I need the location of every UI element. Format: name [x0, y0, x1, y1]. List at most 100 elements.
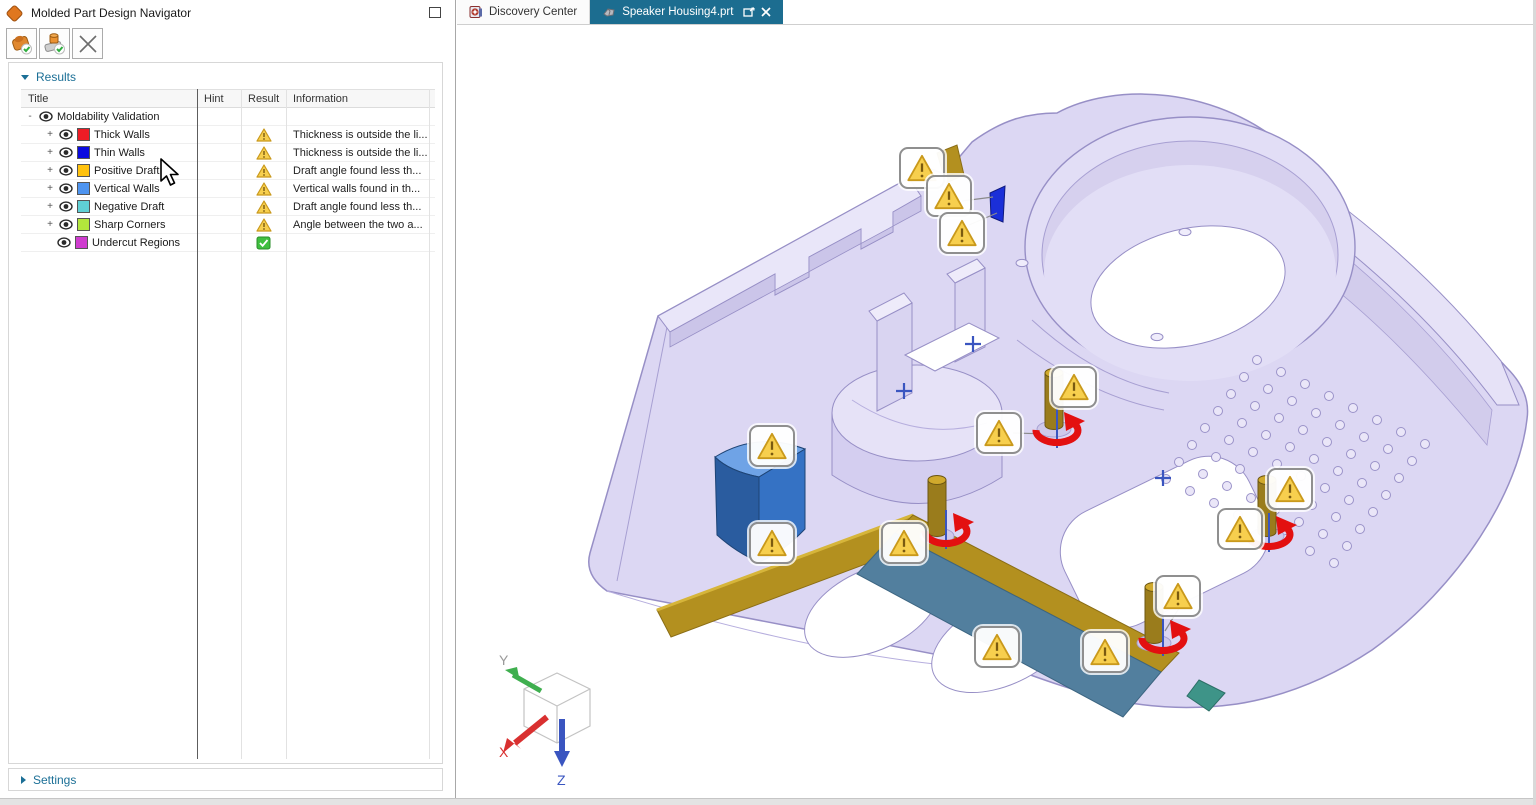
expand-toggle[interactable]: + [45, 183, 55, 194]
tree-item-label: Sharp Corners [94, 219, 166, 231]
tree-row-negative-draft[interactable]: + Negative Draft Draft angle found less … [21, 198, 435, 216]
table-header[interactable]: Title Hint Result Information [21, 89, 435, 108]
expand-toggle[interactable]: + [45, 219, 55, 230]
panel-toolbar [6, 28, 103, 59]
mouse-cursor [160, 158, 180, 187]
document-tabbar: Discovery Center Speaker Housing4.prt [457, 0, 1536, 25]
warning-triangle-icon [754, 430, 790, 462]
warning-badge[interactable] [974, 626, 1020, 668]
column-divider[interactable] [197, 89, 198, 759]
visibility-eye-icon[interactable] [59, 219, 73, 230]
tree-row-thick-walls[interactable]: + Thick Walls Thickness is outside the l… [21, 126, 435, 144]
tree-item-label: Thin Walls [94, 147, 145, 159]
warning-badge[interactable] [1155, 575, 1201, 617]
column-divider[interactable] [286, 89, 287, 759]
warning-triangle-icon [1222, 513, 1258, 545]
visibility-eye-icon[interactable] [59, 129, 73, 140]
tree-row-undercut-regions[interactable]: Undercut Regions [21, 234, 435, 252]
tree-row-thin-walls[interactable]: + Thin Walls Thickness is outside the li… [21, 144, 435, 162]
warning-icon [256, 182, 272, 196]
warning-badge[interactable] [1267, 468, 1313, 510]
warning-badge[interactable] [1051, 366, 1097, 408]
warning-icon [256, 146, 272, 160]
molded-part-icon [5, 4, 23, 22]
warning-badge[interactable] [939, 212, 985, 254]
float-panel-icon[interactable] [429, 7, 441, 18]
warning-triangle-icon [1056, 371, 1092, 403]
warning-badge[interactable] [749, 425, 795, 467]
tree-row-vertical-walls[interactable]: + Vertical Walls Vertical walls found in… [21, 180, 435, 198]
tree-row-sharp-corners[interactable]: + Sharp Corners Angle between the two a.… [21, 216, 435, 234]
expand-toggle[interactable]: + [45, 129, 55, 140]
warning-badge[interactable] [749, 522, 795, 564]
settings-header[interactable]: Settings [8, 768, 443, 791]
tree-item-label: Thick Walls [94, 129, 150, 141]
result-info: Thickness is outside the li... [286, 129, 435, 141]
tab-label: Speaker Housing4.prt [622, 6, 733, 18]
warning-triangle-icon [1272, 473, 1308, 505]
visibility-eye-icon[interactable] [39, 111, 53, 122]
warning-badge[interactable] [1082, 631, 1128, 673]
column-divider[interactable] [241, 89, 242, 759]
tab-speaker-housing4[interactable]: Speaker Housing4.prt [590, 0, 783, 24]
visibility-eye-icon[interactable] [59, 201, 73, 212]
results-header[interactable]: Results [9, 63, 442, 84]
expand-arrow-icon [21, 776, 26, 784]
col-information[interactable]: Information [286, 90, 435, 107]
result-info: Angle between the two a... [286, 219, 435, 231]
visibility-eye-icon[interactable] [59, 165, 73, 176]
expand-toggle[interactable]: - [25, 111, 35, 122]
warning-triangle-icon [931, 180, 967, 212]
validate-region-icon [43, 32, 67, 56]
visibility-eye-icon[interactable] [59, 183, 73, 194]
validate-molded-part-icon [10, 32, 34, 56]
warning-icon [256, 164, 272, 178]
window-bottom-edge [0, 798, 1536, 805]
warning-triangle-icon [1087, 636, 1123, 668]
warning-icon [256, 128, 272, 142]
warning-badge[interactable] [926, 175, 972, 217]
warning-badge[interactable] [976, 412, 1022, 454]
result-info: Draft angle found less th... [286, 201, 435, 213]
color-swatch [77, 182, 90, 195]
expand-toggle[interactable]: + [45, 165, 55, 176]
color-swatch [77, 164, 90, 177]
tree-row-moldability-validation[interactable]: - Moldability Validation [21, 108, 435, 126]
warning-badge[interactable] [881, 522, 927, 564]
panel-title: Molded Part Design Navigator [31, 6, 191, 20]
visibility-eye-icon[interactable] [59, 147, 73, 158]
color-swatch [77, 218, 90, 231]
application-window: Molded Part Design Navigator [0, 0, 1536, 805]
result-info: Thickness is outside the li... [286, 147, 435, 159]
tab-label: Discovery Center [489, 6, 577, 18]
warning-triangle-icon [886, 527, 922, 559]
color-swatch [75, 236, 88, 249]
tree-row-positive-draft[interactable]: + Positive Draft Draft angle found less … [21, 162, 435, 180]
expand-toggle[interactable]: + [45, 201, 55, 212]
expand-toggle[interactable]: + [45, 147, 55, 158]
visibility-eye-icon[interactable] [57, 237, 71, 248]
close-tool-button[interactable] [72, 28, 103, 59]
close-tab-icon[interactable] [761, 7, 771, 17]
tab-discovery-center[interactable]: Discovery Center [457, 0, 590, 24]
float-window-icon[interactable] [743, 7, 755, 18]
tree-item-label: Moldability Validation [57, 111, 160, 123]
result-info: Draft angle found less th... [286, 165, 435, 177]
col-result[interactable]: Result [241, 90, 286, 107]
discovery-center-icon [469, 5, 483, 19]
validate-molded-part-button[interactable] [6, 28, 37, 59]
settings-label: Settings [33, 773, 76, 787]
results-section: Results Title Hint Result Information - … [8, 62, 443, 764]
warning-triangle-icon [981, 417, 1017, 449]
warning-triangle-icon [944, 217, 980, 249]
validate-region-button[interactable] [39, 28, 70, 59]
col-title[interactable]: Title [21, 90, 197, 107]
tree-item-label: Vertical Walls [94, 183, 160, 195]
col-hint[interactable]: Hint [197, 90, 241, 107]
warning-badge[interactable] [1217, 508, 1263, 550]
color-swatch [77, 200, 90, 213]
results-label: Results [36, 70, 76, 84]
column-divider[interactable] [429, 89, 430, 759]
check-icon [256, 236, 271, 250]
graphics-viewport[interactable]: Y X Z [457, 25, 1536, 798]
